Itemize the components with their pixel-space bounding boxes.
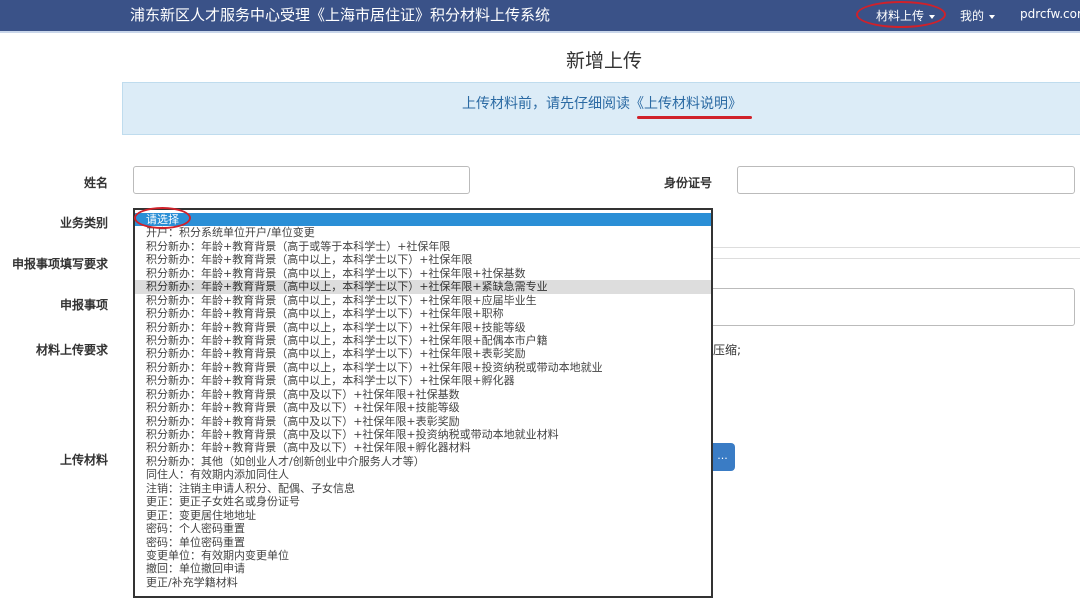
caret-down-icon: [989, 14, 996, 19]
dropdown-option[interactable]: 积分新办：年龄+教育背景（高中以上，本科学士以下）+社保年限+社保基数: [135, 267, 711, 280]
dropdown-option[interactable]: 积分新办：年龄+教育背景（高中及以下）+社保年限+孵化器材料: [135, 441, 711, 454]
category-label: 业务类别: [59, 216, 108, 230]
dropdown-option[interactable]: 积分新办：其他（如创业人才/创新创业中介服务人才等）: [135, 455, 711, 468]
dropdown-option[interactable]: 注销：注销主申请人积分、配偶、子女信息: [135, 482, 711, 495]
dropdown-option[interactable]: 同住人：有效期内添加同住人: [135, 468, 711, 481]
name-input[interactable]: [133, 166, 470, 194]
dropdown-option[interactable]: 积分新办：年龄+教育背景（高中以上，本科学士以下）+社保年限+表彰奖励: [135, 347, 711, 360]
dropdown-option[interactable]: 开户：积分系统单位开户/单位变更: [135, 226, 711, 239]
browse-button[interactable]: ...: [710, 443, 735, 471]
dropdown-option[interactable]: 积分新办：年龄+教育背景（高中以上，本科学士以下）+社保年限+应届毕业生: [135, 294, 711, 307]
dropdown-option[interactable]: 积分新办：年龄+教育背景（高中及以下）+社保年限+投资纳税或带动本地就业材料: [135, 428, 711, 441]
nav-mine[interactable]: 我的: [960, 7, 996, 24]
material-requirement-tail: 压缩;: [713, 343, 742, 357]
dropdown-option[interactable]: 积分新办：年龄+教育背景（高中及以下）+社保年限+表彰奖励: [135, 415, 711, 428]
id-label: 身份证号: [663, 176, 712, 190]
dropdown-option[interactable]: 积分新办：年龄+教育背景（高中以上，本科学士以下）+社保年限: [135, 253, 711, 266]
id-number-input[interactable]: [737, 166, 1075, 194]
dropdown-option[interactable]: 积分新办：年龄+教育背景（高中以上，本科学士以下）+社保年限+职称: [135, 307, 711, 320]
category-dropdown-list[interactable]: 请选择 开户：积分系统单位开户/单位变更 积分新办：年龄+教育背景（高于或等于本科学…: [133, 208, 713, 598]
dropdown-option[interactable]: 请选择: [135, 213, 711, 227]
name-label: 姓名: [83, 176, 108, 190]
annotation-circle: [856, 1, 946, 28]
upload-instructions-link[interactable]: 《上传材料说明》: [630, 96, 742, 112]
dropdown-option[interactable]: 密码：单位密码重置: [135, 536, 711, 549]
annotation-circle: [134, 207, 191, 229]
declaration-item-label: 申报事项: [59, 298, 108, 312]
dropdown-option[interactable]: 变更单位：有效期内变更单位: [135, 549, 711, 562]
divider: [712, 258, 1080, 259]
annotation-underline: [637, 116, 752, 119]
fill-requirement-label: 申报事项填写要求: [11, 257, 108, 271]
site-brand[interactable]: 浦东新区人才服务中心受理《上海市居住证》积分材料上传系统: [130, 4, 550, 25]
dropdown-option[interactable]: 更正：更正子女姓名或身份证号: [135, 495, 711, 508]
nav-mine-label: 我的: [960, 9, 985, 23]
dropdown-option[interactable]: 密码：个人密码重置: [135, 522, 711, 535]
dropdown-option[interactable]: 积分新办：年龄+教育背景（高中以上，本科学士以下）+社保年限+紧缺急需专业: [135, 280, 711, 294]
dropdown-option[interactable]: 积分新办：年龄+教育背景（高中及以下）+社保年限+社保基数: [135, 388, 711, 401]
dropdown-option[interactable]: 积分新办：年龄+教育背景（高中以上，本科学士以下）+社保年限+投资纳税或带动本地…: [135, 361, 711, 374]
dropdown-option[interactable]: 积分新办：年龄+教育背景（高于或等于本科学士）+社保年限: [135, 240, 711, 253]
dropdown-option[interactable]: 更正：变更居住地地址: [135, 509, 711, 522]
dropdown-option[interactable]: 积分新办：年龄+教育背景（高中及以下）+社保年限+技能等级: [135, 401, 711, 414]
dropdown-option[interactable]: 更正/补充学籍材料: [135, 576, 711, 589]
dropdown-option[interactable]: 撤回：单位撤回申请: [135, 562, 711, 575]
nav-site-user[interactable]: pdrcfw.com: [1020, 7, 1080, 21]
notice-text: 上传材料前，请先仔细阅读: [462, 96, 630, 112]
upload-material-label: 上传材料: [59, 453, 108, 467]
dropdown-option[interactable]: 积分新办：年龄+教育背景（高中以上，本科学士以下）+社保年限+技能等级: [135, 321, 711, 334]
dropdown-option[interactable]: 积分新办：年龄+教育背景（高中以上，本科学士以下）+社保年限+配偶本市户籍: [135, 334, 711, 347]
page-title: 新增上传: [565, 50, 642, 72]
divider: [712, 247, 1080, 248]
material-requirement-label: 材料上传要求: [35, 343, 108, 357]
dropdown-option[interactable]: 积分新办：年龄+教育背景（高中以上，本科学士以下）+社保年限+孵化器: [135, 374, 711, 387]
declaration-item-input[interactable]: [700, 288, 1075, 326]
notice-box: 上传材料前，请先仔细阅读《上传材料说明》: [122, 82, 1080, 135]
